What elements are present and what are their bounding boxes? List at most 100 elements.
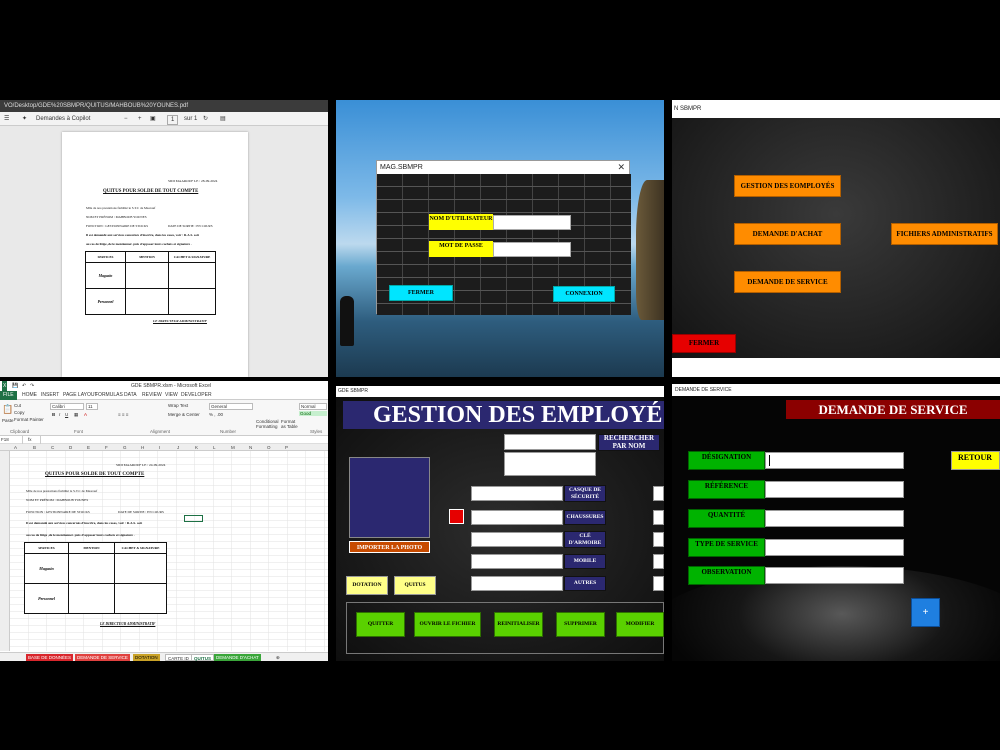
page-number-input[interactable]: 1 [167, 115, 179, 125]
table-cell[interactable] [68, 583, 115, 614]
sheet-tab-purchase-request[interactable]: DEMANDE D'ACHAT [214, 654, 261, 661]
fx-icon[interactable]: fx [28, 436, 32, 444]
designation-input[interactable] [765, 452, 904, 469]
table-cell[interactable] [114, 553, 167, 584]
return-button[interactable]: RETOUR [951, 451, 1000, 470]
copy-button[interactable]: Copy [14, 410, 25, 415]
zoom-out-button[interactable]: − [124, 112, 128, 126]
quantity-input[interactable] [765, 510, 904, 527]
column-header[interactable]: K [195, 444, 198, 451]
merge-center-button[interactable]: Merge & Center [168, 412, 200, 417]
sheet-tab-id-card[interactable]: CARTE ID [165, 654, 192, 661]
locker-key-qty-field[interactable] [653, 532, 664, 547]
wrap-text-button[interactable]: Wrap Text [168, 403, 188, 408]
undo-icon[interactable]: ↶ [22, 381, 26, 391]
column-header[interactable]: P [285, 444, 288, 451]
shoes-field[interactable] [471, 510, 563, 525]
column-header[interactable]: L [213, 444, 216, 451]
italic-icon[interactable]: I [59, 412, 60, 417]
sheet-tab-quitus[interactable]: QUITUS [191, 654, 215, 661]
column-header[interactable]: N [249, 444, 252, 451]
quit-button[interactable]: QUITTER [356, 612, 405, 637]
tab-formulas[interactable]: FORMULAS [95, 391, 123, 400]
column-header[interactable]: H [141, 444, 144, 451]
helmet-field[interactable] [471, 486, 563, 501]
add-sheet-icon[interactable]: ⊕ [274, 654, 282, 661]
search-input[interactable] [504, 434, 596, 450]
username-input[interactable] [493, 215, 571, 230]
column-header[interactable]: O [267, 444, 271, 451]
column-header[interactable]: G [123, 444, 127, 451]
admin-files-button[interactable]: FICHIERS ADMINISTRATIFS [891, 223, 998, 245]
ask-copilot-button[interactable]: Demandes à Copilot [36, 112, 90, 126]
borders-icon[interactable]: ▦ [74, 412, 78, 418]
number-format-select[interactable]: General [209, 403, 253, 410]
import-photo-button[interactable]: IMPORTER LA PHOTO [349, 541, 430, 553]
column-header[interactable]: J [177, 444, 179, 451]
name-result-field[interactable] [504, 452, 596, 476]
column-header[interactable]: D [69, 444, 72, 451]
column-header[interactable]: E [87, 444, 90, 451]
spreadsheet-grid[interactable]: SIDI MAAROUF LE : 24-09-2024 QUITUS POUR… [10, 451, 328, 651]
column-header[interactable]: F [105, 444, 108, 451]
sheet-tab-database[interactable]: BASE DE DONNÉES [26, 654, 74, 661]
format-as-table-button[interactable]: Format as Table [281, 419, 299, 429]
bold-icon[interactable]: B [52, 412, 55, 417]
tab-insert[interactable]: INSERT [41, 391, 59, 400]
mobile-field[interactable] [471, 554, 563, 569]
name-box[interactable]: F18 [1, 436, 23, 444]
connect-button[interactable]: CONNEXION [553, 286, 615, 302]
zoom-in-button[interactable]: + [138, 112, 142, 126]
sheet-tab-service-request[interactable]: DEMANDE DE SERVICE [75, 654, 130, 661]
service-request-button[interactable]: DEMANDE DE SERVICE [734, 271, 841, 293]
add-button[interactable]: + [911, 598, 940, 627]
dotation-button[interactable]: DOTATION [346, 576, 388, 595]
fit-page-icon[interactable]: ▣ [150, 112, 156, 126]
tab-developer[interactable]: DEVELOPER [181, 391, 212, 400]
mobile-qty-field[interactable] [653, 554, 664, 569]
observation-input[interactable] [765, 567, 904, 584]
row-headers[interactable] [0, 451, 10, 651]
delete-button[interactable]: SUPPRIMER [556, 612, 605, 637]
rotate-icon[interactable]: ↻ [203, 112, 208, 126]
close-button[interactable]: FERMER [389, 285, 453, 301]
employees-button[interactable]: GESTION DES EOMPLOYÉS [734, 175, 841, 197]
close-button[interactable]: FERMER [672, 334, 736, 353]
tab-review[interactable]: REVIEW [142, 391, 162, 400]
redo-icon[interactable]: ↷ [30, 381, 34, 391]
column-header[interactable]: A [14, 444, 17, 451]
close-icon[interactable]: ✕ [617, 161, 625, 174]
helmet-qty-field[interactable] [653, 486, 664, 501]
percent-icons[interactable]: % , .00 [209, 412, 223, 417]
column-header[interactable]: M [231, 444, 235, 451]
copilot-icon[interactable]: ✦ [22, 112, 27, 126]
modify-button[interactable]: MODIFIER [616, 612, 664, 637]
save-icon[interactable]: 💾 [12, 381, 18, 391]
tab-home[interactable]: HOME [22, 391, 37, 400]
cut-button[interactable]: Cut [14, 403, 21, 408]
paste-button[interactable]: Paste [2, 418, 14, 423]
font-size-select[interactable]: 11 [86, 403, 98, 410]
selected-cell[interactable] [184, 515, 203, 522]
table-cell[interactable] [68, 553, 115, 584]
quitus-button[interactable]: QUITUS [394, 576, 436, 595]
tab-page-layout[interactable]: PAGE LAYOUT [63, 391, 98, 400]
column-header[interactable]: B [33, 444, 36, 451]
conditional-formatting-button[interactable]: Conditional Formatting [256, 419, 280, 429]
tab-view[interactable]: VIEW [165, 391, 178, 400]
service-type-input[interactable] [765, 539, 904, 556]
password-input[interactable] [493, 242, 571, 257]
other-field[interactable] [471, 576, 563, 591]
style-good[interactable]: Good [299, 411, 327, 416]
column-header[interactable]: I [159, 444, 160, 451]
layout-icon[interactable]: ▤ [220, 112, 226, 126]
tab-file[interactable]: FILE [0, 391, 17, 400]
column-header[interactable]: C [51, 444, 54, 451]
locker-key-field[interactable] [471, 532, 563, 547]
shoes-qty-field[interactable] [653, 510, 664, 525]
formula-input[interactable] [40, 436, 328, 444]
open-file-button[interactable]: OUVRIR LE FICHIER [414, 612, 481, 637]
format-painter-button[interactable]: Format Painter [14, 417, 44, 422]
font-color-icon[interactable]: A [84, 412, 87, 417]
reset-button[interactable]: REINITIALISER [494, 612, 543, 637]
